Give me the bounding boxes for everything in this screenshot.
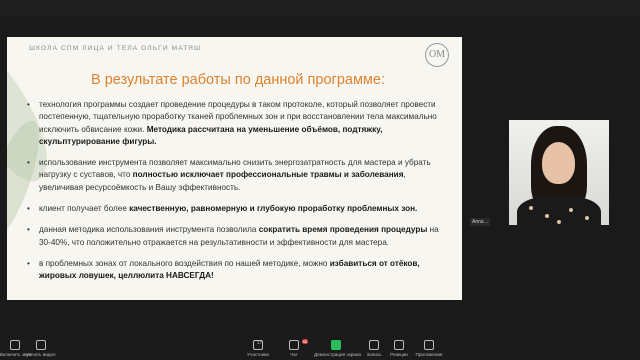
mic-icon (10, 340, 20, 350)
bullet-item: в проблемных зонах от локального воздейс… (27, 258, 447, 283)
share-screen-button[interactable]: Демонстрация экрана (314, 340, 361, 357)
apps-icon (424, 340, 434, 350)
chat-unread-badge: 45 (301, 339, 308, 344)
record-button[interactable]: Запись (364, 340, 384, 357)
apps-button[interactable]: Приложения (414, 340, 444, 357)
slide-header: ШКОЛА СПМ ЛИЦА И ТЕЛА ОЛЬГИ МАТЯШ (7, 37, 462, 61)
participant-name-tag: Anna .. (470, 218, 490, 226)
participant-video[interactable] (509, 120, 609, 225)
reactions-button[interactable]: Реакции (388, 340, 410, 357)
bullet-item: данная методика использования инструмент… (27, 224, 447, 249)
top-bar (0, 0, 640, 16)
shared-slide: ШКОЛА СПМ ЛИЦА И ТЕЛА ОЛЬГИ МАТЯШ ОМ В р… (7, 37, 462, 300)
reactions-icon (394, 340, 404, 350)
record-icon (369, 340, 379, 350)
school-name: ШКОЛА СПМ ЛИЦА И ТЕЛА ОЛЬГИ МАТЯШ (29, 45, 202, 52)
bullet-list: технология программы создает проведение … (27, 99, 447, 292)
chat-icon (289, 340, 299, 350)
start-video-button[interactable]: Начать видео (26, 340, 56, 357)
participants-count: 17 (257, 340, 263, 345)
participants-button[interactable]: 17 Участники (245, 340, 271, 357)
bullet-item: клиент получает более качественную, равн… (27, 203, 447, 216)
school-logo: ОМ (425, 43, 449, 67)
meeting-toolbar: Включить звук Начать видео 17 Участники … (0, 338, 640, 360)
participant-face (542, 142, 575, 184)
slide-title: В результате работы по данной программе: (91, 72, 385, 88)
bullet-item: технология программы создает проведение … (27, 99, 447, 148)
chat-button[interactable]: 45 Чат (286, 339, 308, 357)
meeting-stage: ШКОЛА СПМ ЛИЦА И ТЕЛА ОЛЬГИ МАТЯШ ОМ В р… (0, 0, 640, 338)
bullet-item: использование инструмента позволяет макс… (27, 157, 447, 194)
camera-icon (36, 340, 46, 350)
share-screen-icon (331, 340, 341, 350)
